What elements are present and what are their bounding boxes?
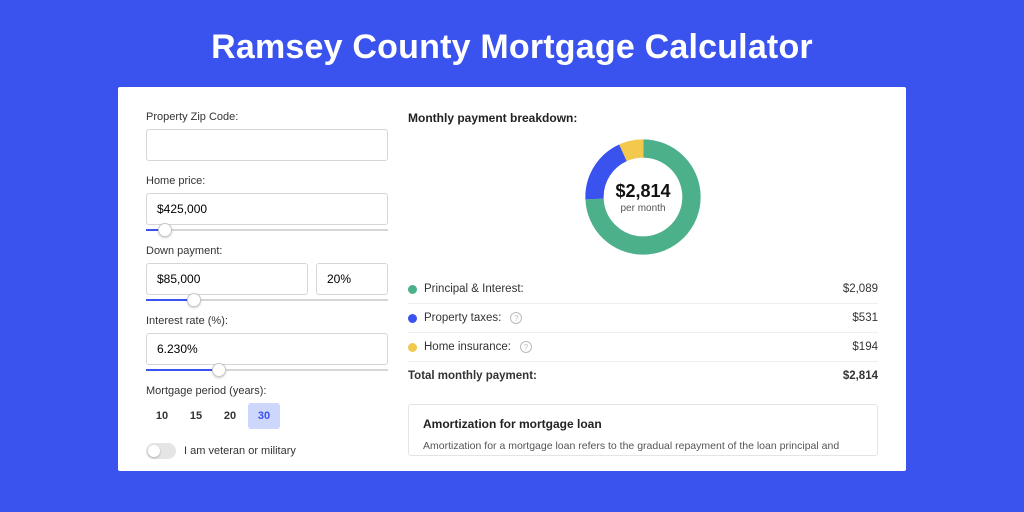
info-icon[interactable]: ?	[520, 341, 532, 353]
slider-thumb[interactable]	[158, 223, 172, 237]
rate-label: Interest rate (%):	[146, 315, 388, 327]
period-button-group: 10 15 20 30	[146, 403, 388, 429]
breakdown-value: $531	[852, 312, 878, 324]
period-field: Mortgage period (years): 10 15 20 30	[146, 385, 388, 429]
breakdown-label: Home insurance:	[424, 341, 511, 353]
breakdown-row: Property taxes:? $531	[408, 303, 878, 332]
period-option-20[interactable]: 20	[214, 403, 246, 429]
down-payment-pct-input[interactable]	[316, 263, 388, 295]
period-option-15[interactable]: 15	[180, 403, 212, 429]
breakdown-heading: Monthly payment breakdown:	[408, 111, 878, 125]
donut-center: $2,814 per month	[579, 133, 707, 261]
home-price-label: Home price:	[146, 175, 388, 187]
breakdown-list: Principal & Interest: $2,089 Property taxe…	[408, 275, 878, 361]
home-price-input[interactable]	[146, 193, 388, 225]
down-payment-label: Down payment:	[146, 245, 388, 257]
down-payment-input[interactable]	[146, 263, 308, 295]
period-label: Mortgage period (years):	[146, 385, 388, 397]
down-payment-field: Down payment:	[146, 245, 388, 301]
total-value: $2,814	[843, 370, 878, 382]
info-icon[interactable]: ?	[510, 312, 522, 324]
calculator-card: Property Zip Code: Home price: Down paym…	[118, 87, 906, 471]
zip-label: Property Zip Code:	[146, 111, 388, 123]
total-label: Total monthly payment:	[408, 370, 537, 382]
zip-input[interactable]	[146, 129, 388, 161]
rate-field: Interest rate (%):	[146, 315, 388, 371]
veteran-toggle[interactable]	[146, 443, 176, 459]
legend-dot	[408, 343, 417, 352]
veteran-toggle-row: I am veteran or military	[146, 443, 388, 459]
page-title: Ramsey County Mortgage Calculator	[0, 0, 1024, 87]
period-option-10[interactable]: 10	[146, 403, 178, 429]
inputs-column: Property Zip Code: Home price: Down paym…	[146, 111, 388, 471]
breakdown-column: Monthly payment breakdown: $2,814 per mo…	[408, 111, 878, 471]
home-price-slider[interactable]	[146, 229, 388, 231]
donut-container: $2,814 per month	[408, 133, 878, 261]
home-price-field: Home price:	[146, 175, 388, 231]
breakdown-value: $194	[852, 341, 878, 353]
toggle-knob	[148, 445, 160, 457]
slider-thumb[interactable]	[212, 363, 226, 377]
legend-dot	[408, 314, 417, 323]
amortization-description: Amortization for a mortgage loan refers …	[423, 439, 863, 455]
amortization-heading: Amortization for mortgage loan	[423, 417, 863, 431]
amortization-card: Amortization for mortgage loan Amortizat…	[408, 404, 878, 456]
breakdown-total-row: Total monthly payment: $2,814	[408, 361, 878, 390]
period-option-30[interactable]: 30	[248, 403, 280, 429]
breakdown-label: Property taxes:	[424, 312, 501, 324]
donut-sublabel: per month	[620, 203, 665, 214]
rate-input[interactable]	[146, 333, 388, 365]
donut-chart: $2,814 per month	[579, 133, 707, 261]
breakdown-row: Home insurance:? $194	[408, 332, 878, 361]
zip-field: Property Zip Code:	[146, 111, 388, 161]
breakdown-row: Principal & Interest: $2,089	[408, 275, 878, 303]
rate-slider[interactable]	[146, 369, 388, 371]
breakdown-value: $2,089	[843, 283, 878, 295]
veteran-label: I am veteran or military	[184, 445, 296, 457]
slider-thumb[interactable]	[187, 293, 201, 307]
breakdown-label: Principal & Interest:	[424, 283, 524, 295]
donut-amount: $2,814	[615, 181, 670, 202]
down-payment-slider[interactable]	[146, 299, 388, 301]
slider-fill	[146, 369, 219, 371]
legend-dot	[408, 285, 417, 294]
